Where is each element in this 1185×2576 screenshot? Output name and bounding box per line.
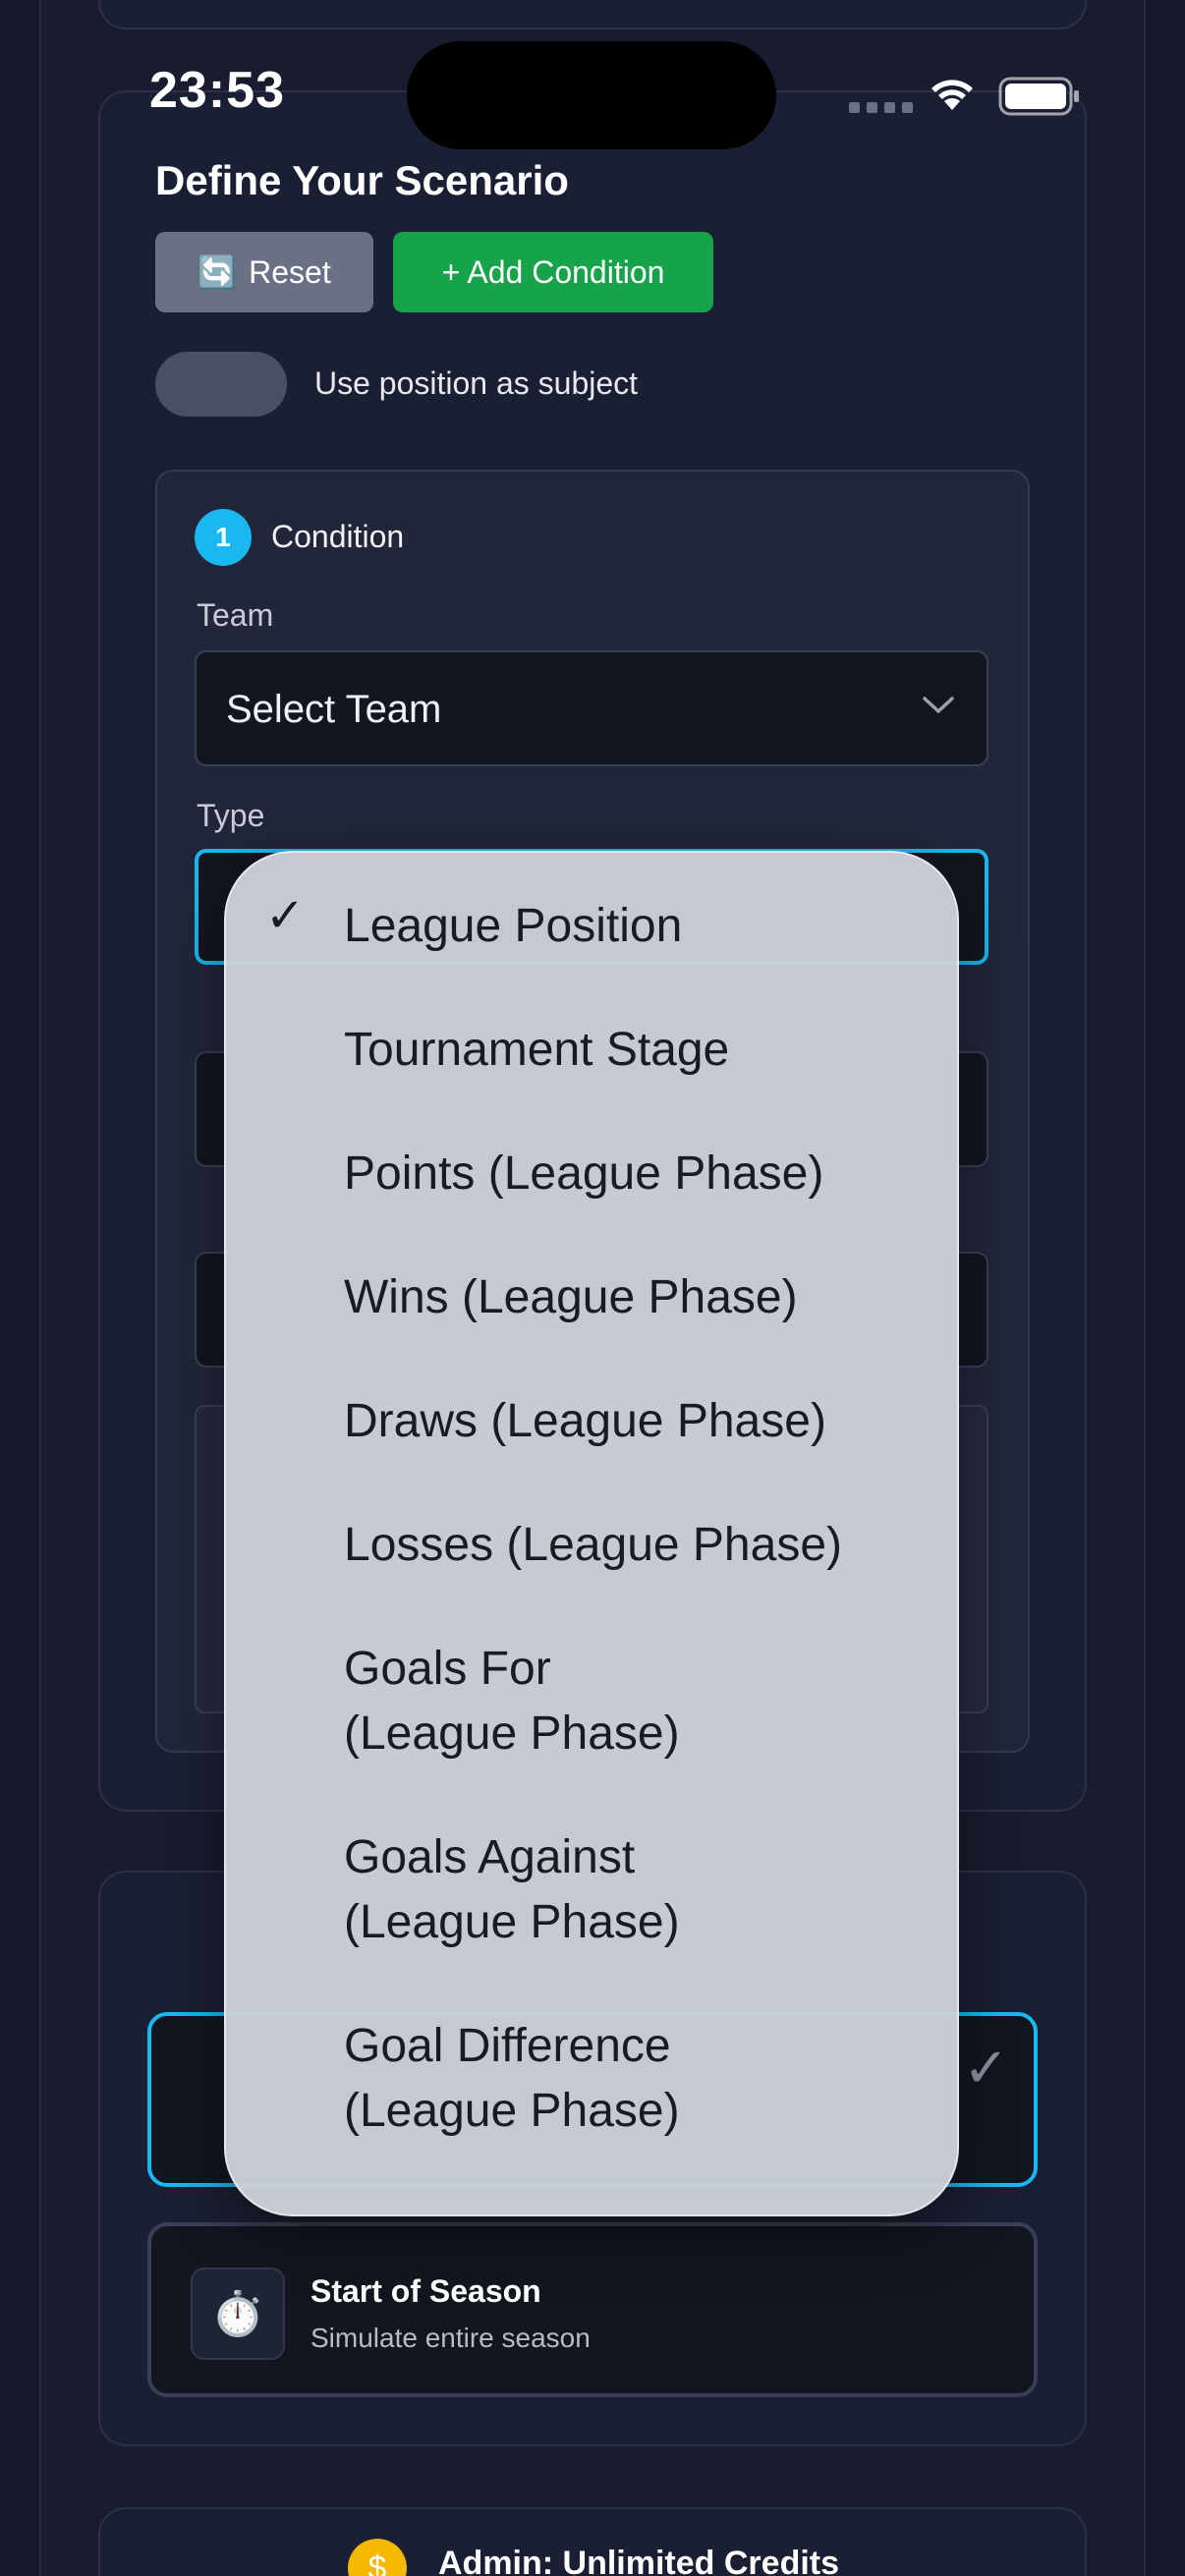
stopwatch-icon: ⏱️ bbox=[191, 2268, 285, 2360]
status-time: 23:53 bbox=[149, 62, 285, 119]
menu-item-wins[interactable]: Wins (League Phase) bbox=[344, 1265, 933, 1330]
timing-title: Start of Season bbox=[310, 2273, 541, 2309]
checkmark-icon: ✓ bbox=[963, 2037, 1009, 2099]
menu-item-draws[interactable]: Draws (League Phase) bbox=[344, 1389, 933, 1454]
credits-label: Admin: Unlimited Credits bbox=[438, 2545, 840, 2576]
type-label: Type bbox=[197, 798, 265, 833]
signal-icon bbox=[849, 102, 913, 113]
team-select[interactable]: Select Team bbox=[195, 650, 988, 766]
timing-option-start-of-season[interactable]: ⏱️ Start of Season Simulate entire seaso… bbox=[147, 2222, 1038, 2397]
menu-item-tournament-stage[interactable]: Tournament Stage bbox=[344, 1018, 933, 1083]
reset-button[interactable]: 🔄 Reset bbox=[155, 232, 373, 312]
team-label: Team bbox=[197, 597, 274, 633]
menu-item-points[interactable]: Points (League Phase) bbox=[344, 1142, 933, 1206]
wifi-icon bbox=[931, 80, 973, 110]
previous-card bbox=[98, 0, 1087, 29]
menu-item-losses[interactable]: Losses (League Phase) bbox=[344, 1513, 933, 1578]
menu-item-league-position[interactable]: League Position bbox=[344, 894, 933, 959]
menu-item-goals-against[interactable]: Goals Against (League Phase) bbox=[344, 1825, 933, 1955]
timing-subtitle: Simulate entire season bbox=[310, 2323, 591, 2353]
toggle-label: Use position as subject bbox=[314, 365, 639, 401]
chevron-down-icon bbox=[923, 697, 954, 713]
condition-label: Condition bbox=[271, 519, 405, 554]
position-subject-toggle[interactable] bbox=[155, 352, 287, 417]
reset-label: Reset bbox=[249, 253, 331, 290]
battery-icon bbox=[998, 77, 1079, 116]
menu-item-goal-difference[interactable]: Goal Difference (League Phase) bbox=[344, 2014, 933, 2144]
menu-item-goals-for[interactable]: Goals For (League Phase) bbox=[344, 1637, 933, 1766]
type-dropdown-menu: ✓ League Position Tournament Stage Point… bbox=[224, 851, 959, 2216]
condition-number-badge: 1 bbox=[195, 509, 252, 566]
add-condition-button[interactable]: + Add Condition bbox=[393, 232, 713, 312]
refresh-icon: 🔄 bbox=[198, 254, 238, 290]
team-select-value: Select Team bbox=[226, 688, 442, 731]
page-title: Define Your Scenario bbox=[155, 157, 569, 203]
checkmark-icon: ✓ bbox=[265, 890, 306, 942]
dynamic-island bbox=[407, 41, 776, 149]
